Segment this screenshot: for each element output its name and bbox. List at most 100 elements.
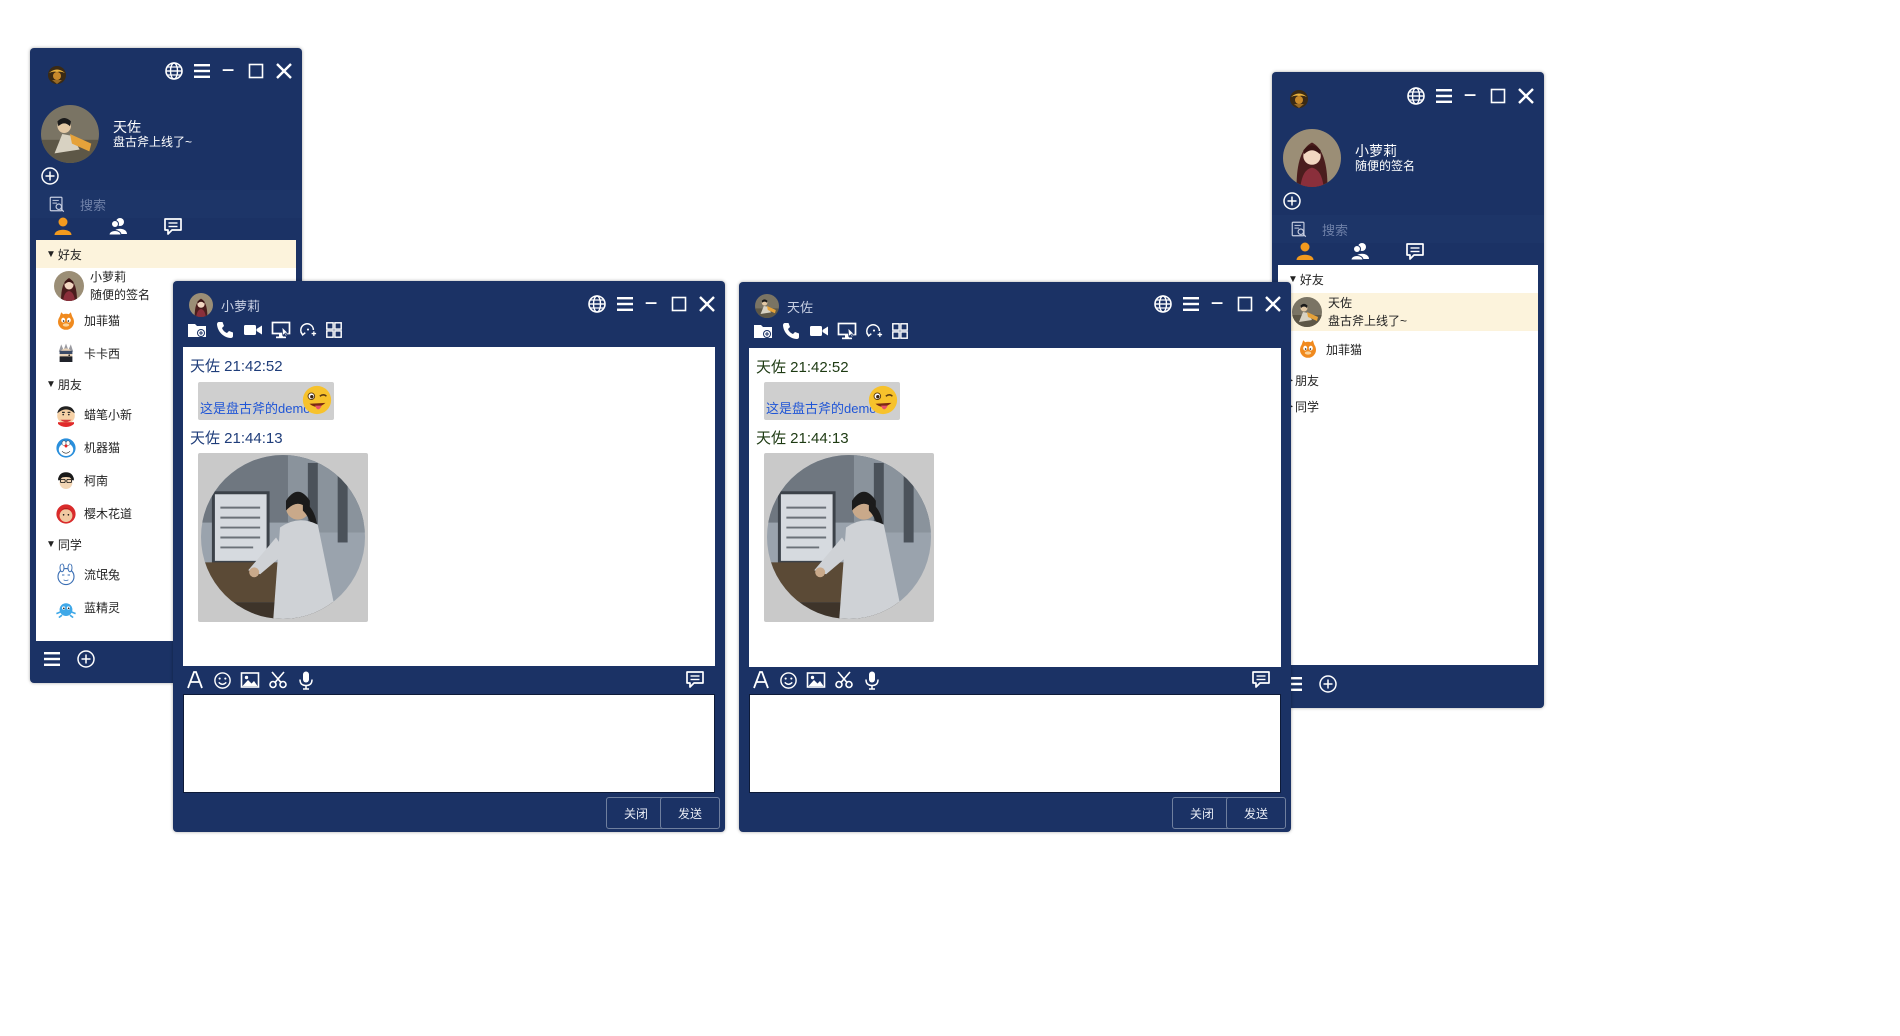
- app-logo-icon: [1288, 88, 1310, 110]
- apps-icon[interactable]: [891, 322, 909, 340]
- group-icon: [1350, 241, 1370, 261]
- phone-icon[interactable]: [215, 320, 235, 340]
- tab-contacts[interactable]: [1272, 241, 1338, 261]
- add-icon[interactable]: [40, 166, 60, 186]
- menu-icon[interactable]: [615, 294, 635, 314]
- group-header[interactable]: ▸朋友: [1278, 367, 1538, 393]
- chat-window-right: 天佐 天佐 21:42:52 这是盘古斧的demo 天佐 21:44:13 关闭…: [739, 282, 1291, 832]
- group-header[interactable]: ▼ 好友: [36, 240, 296, 268]
- menu-icon[interactable]: [192, 61, 212, 81]
- globe-icon[interactable]: [1153, 294, 1173, 314]
- tab-contacts[interactable]: [30, 216, 96, 236]
- window-controls: [587, 294, 717, 314]
- send-button[interactable]: 发送: [1226, 797, 1286, 829]
- message-bubble[interactable]: 这是盘古斧的demo: [764, 382, 900, 420]
- image-icon[interactable]: [240, 670, 260, 690]
- microphone-icon[interactable]: [296, 670, 316, 690]
- phone-icon[interactable]: [781, 321, 801, 341]
- chat-history-icon[interactable]: [1251, 669, 1271, 689]
- message-bubble[interactable]: 这是盘古斧的demo: [198, 382, 334, 420]
- avatar: [1292, 297, 1322, 327]
- add-icon[interactable]: [1318, 674, 1338, 694]
- close-button[interactable]: 关闭: [606, 797, 666, 829]
- avatar: [54, 403, 78, 427]
- close-icon[interactable]: [1263, 294, 1283, 314]
- chat-title: 天佐: [787, 299, 814, 315]
- maximize-icon[interactable]: [246, 61, 266, 81]
- image-message[interactable]: [764, 453, 934, 622]
- chat-toolbar: [753, 321, 909, 341]
- globe-icon[interactable]: [164, 61, 184, 81]
- chat-title-bar: 天佐: [755, 294, 813, 318]
- programmer-image: [198, 453, 368, 622]
- apps-icon[interactable]: [325, 321, 343, 339]
- globe-icon[interactable]: [587, 294, 607, 314]
- window-controls: [1406, 86, 1536, 106]
- close-button[interactable]: 关闭: [1172, 797, 1232, 829]
- contact-tabs: [1272, 236, 1544, 266]
- tab-messages[interactable]: [1382, 241, 1448, 261]
- avatar[interactable]: [1283, 129, 1341, 187]
- maximize-icon[interactable]: [669, 294, 689, 314]
- scissors-icon[interactable]: [834, 670, 854, 690]
- remote-assist-icon[interactable]: [299, 321, 317, 339]
- message-input[interactable]: [183, 694, 715, 793]
- video-icon[interactable]: [809, 321, 829, 341]
- avatar: [54, 563, 78, 587]
- remote-assist-icon[interactable]: [865, 322, 883, 340]
- add-icon[interactable]: [76, 649, 96, 669]
- message-header: 天佐 21:42:52: [756, 359, 849, 376]
- close-icon[interactable]: [274, 61, 294, 81]
- close-icon[interactable]: [1516, 86, 1536, 106]
- menu-icon[interactable]: [42, 649, 62, 669]
- tab-messages[interactable]: [140, 216, 206, 236]
- globe-icon[interactable]: [1406, 86, 1426, 106]
- message-input[interactable]: [749, 694, 1281, 793]
- send-button[interactable]: 发送: [660, 797, 720, 829]
- list-item[interactable]: 天佐 盘古斧上线了~: [1278, 293, 1538, 331]
- message-header: 天佐 21:42:52: [190, 358, 283, 375]
- contact-tabs: [30, 211, 302, 241]
- image-message[interactable]: [198, 453, 368, 622]
- scissors-icon[interactable]: [268, 670, 288, 690]
- video-icon[interactable]: [243, 320, 263, 340]
- group-header[interactable]: ▼ 好友: [1278, 265, 1538, 293]
- minimize-icon[interactable]: [220, 61, 238, 81]
- emoji-icon[interactable]: [779, 671, 798, 690]
- user-name: 小萝莉: [1355, 143, 1397, 159]
- image-icon[interactable]: [806, 670, 826, 690]
- microphone-icon[interactable]: [862, 670, 882, 690]
- chat-icon: [163, 216, 183, 236]
- avatar[interactable]: [41, 105, 99, 163]
- add-icon[interactable]: [1282, 191, 1302, 211]
- minimize-icon[interactable]: [1462, 86, 1480, 106]
- message-header: 天佐 21:44:13: [190, 430, 283, 447]
- close-icon[interactable]: [697, 294, 717, 314]
- chat-history-icon[interactable]: [685, 669, 705, 689]
- menu-icon[interactable]: [1181, 294, 1201, 314]
- font-icon[interactable]: [751, 670, 771, 690]
- user-signature: 随便的签名: [1355, 159, 1416, 173]
- menu-icon[interactable]: [1434, 86, 1454, 106]
- file-transfer-icon[interactable]: [753, 321, 773, 341]
- avatar: [54, 436, 78, 460]
- maximize-icon[interactable]: [1235, 294, 1255, 314]
- file-transfer-icon[interactable]: [187, 320, 207, 340]
- group-header[interactable]: ▸同学: [1278, 393, 1538, 419]
- list-item[interactable]: 加菲猫: [1278, 331, 1538, 367]
- font-icon[interactable]: [185, 670, 205, 690]
- screen-share-icon[interactable]: [271, 320, 291, 340]
- emoji-icon[interactable]: [213, 671, 232, 690]
- app-logo-icon: [46, 64, 68, 86]
- message-area: 天佐 21:42:52 这是盘古斧的demo 天佐 21:44:13: [749, 348, 1281, 667]
- tab-groups[interactable]: [1338, 241, 1382, 261]
- tab-groups[interactable]: [96, 216, 140, 236]
- screen-share-icon[interactable]: [837, 321, 857, 341]
- user-name: 天佐: [113, 119, 141, 135]
- minimize-icon[interactable]: [1209, 294, 1227, 314]
- expand-triangle-icon: ▼: [46, 378, 56, 390]
- programmer-image: [764, 453, 934, 622]
- wink-emoji-icon: [867, 384, 899, 416]
- maximize-icon[interactable]: [1488, 86, 1508, 106]
- minimize-icon[interactable]: [643, 294, 661, 314]
